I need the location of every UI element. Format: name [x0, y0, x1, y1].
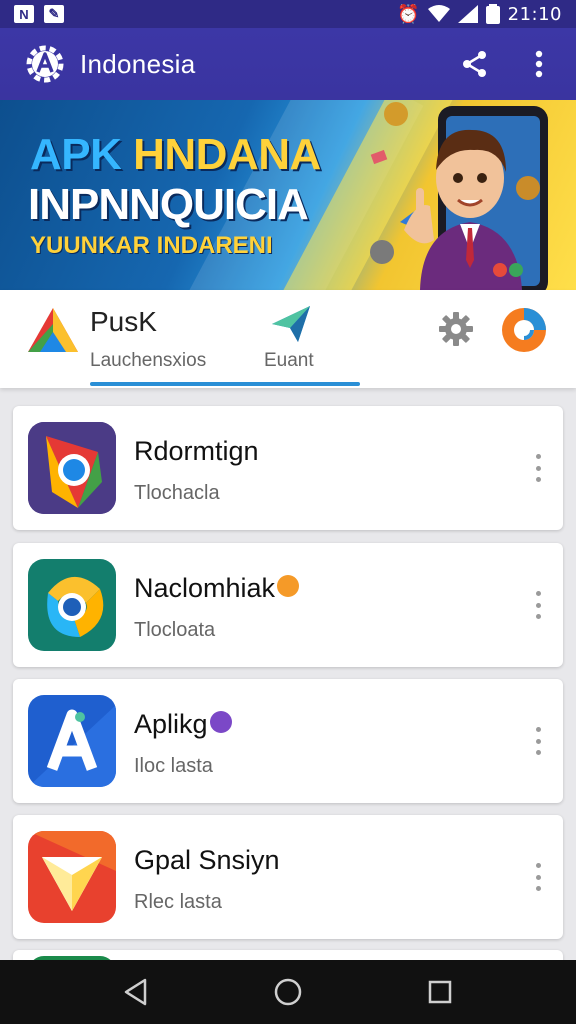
- status-bar: N ✎ ⏰ 21:10: [0, 0, 576, 28]
- banner-subheadline: INPNNQUICIA: [28, 180, 309, 229]
- app-title: Naclomhiak: [134, 573, 300, 604]
- app-subtitle: Tlocloata: [134, 619, 216, 641]
- more-vert-icon[interactable]: [524, 49, 554, 79]
- tabs-row: PusK Lauchensxios Euant: [0, 290, 576, 388]
- app-title: Aplikg: [134, 709, 232, 740]
- banner-tagline: YUUNKAR INDARENI: [30, 232, 273, 259]
- gear-icon[interactable]: [437, 310, 475, 348]
- home-circle-icon[interactable]: [268, 972, 308, 1012]
- letter-a-icon: [28, 695, 116, 787]
- recents-square-icon[interactable]: [420, 972, 460, 1012]
- app-subtitle: Tlochacla: [134, 482, 220, 504]
- circle-logo-icon[interactable]: [500, 306, 548, 354]
- more-vert-icon[interactable]: [531, 450, 545, 486]
- heart-badge-icon: [209, 710, 232, 733]
- list-item[interactable]: Aplikg Iloc lasta: [13, 679, 563, 803]
- screen: N ✎ ⏰ 21:10 Indonesia APK HNDANA INPNNQU…: [0, 0, 576, 1024]
- notification-n-icon: N: [14, 5, 34, 23]
- chrome-style-icon: [28, 422, 116, 514]
- emoji-badge-icon: [277, 574, 300, 597]
- clock: 21:10: [507, 3, 562, 25]
- back-triangle-icon[interactable]: [116, 972, 156, 1012]
- battery-icon: [485, 4, 500, 24]
- wifi-icon: [427, 5, 450, 22]
- list-item[interactable]: Gpal Snsiyn Rlec lasta: [13, 815, 563, 939]
- app-subtitle: Rlec lasta: [134, 891, 222, 913]
- list-item[interactable]: Rdormtign Tlochacla: [13, 406, 563, 530]
- triangle-logo-icon: [28, 308, 78, 352]
- app-logo-icon: [24, 43, 66, 85]
- paper-box-icon: [28, 831, 116, 923]
- tab-euant-label: Euant: [264, 350, 314, 371]
- more-vert-icon[interactable]: [531, 859, 545, 895]
- list-item[interactable]: Naclomhiak Tlocloata: [13, 543, 563, 667]
- share-icon[interactable]: [460, 49, 490, 79]
- app-title: Rdormtign: [134, 436, 259, 466]
- paper-plane-icon: [272, 306, 310, 342]
- tab-pusk-subtitle: Lauchensxios: [90, 350, 207, 371]
- tab-pusk[interactable]: PusK Lauchensxios: [0, 290, 220, 388]
- navigation-bar: [0, 960, 576, 1024]
- tab-euant[interactable]: Euant: [236, 290, 366, 388]
- banner-character-illustration: [370, 102, 548, 290]
- app-bar: Indonesia: [0, 28, 576, 100]
- app-title: Indonesia: [80, 48, 196, 79]
- app-subtitle: Iloc lasta: [134, 755, 213, 777]
- promo-banner[interactable]: APK HNDANA INPNNQUICIA YUUNKAR INDARENI: [0, 100, 576, 290]
- alarm-icon: ⏰: [397, 3, 420, 24]
- app-title: Gpal Snsiyn: [134, 845, 280, 875]
- notification-edit-icon: ✎: [44, 5, 64, 23]
- more-vert-icon[interactable]: [531, 587, 545, 623]
- chrome-swirl-icon: [28, 559, 116, 651]
- banner-headline: APK HNDANA: [30, 130, 321, 179]
- more-vert-icon[interactable]: [531, 723, 545, 759]
- signal-icon: [457, 5, 478, 23]
- tab-pusk-label: PusK: [90, 306, 157, 337]
